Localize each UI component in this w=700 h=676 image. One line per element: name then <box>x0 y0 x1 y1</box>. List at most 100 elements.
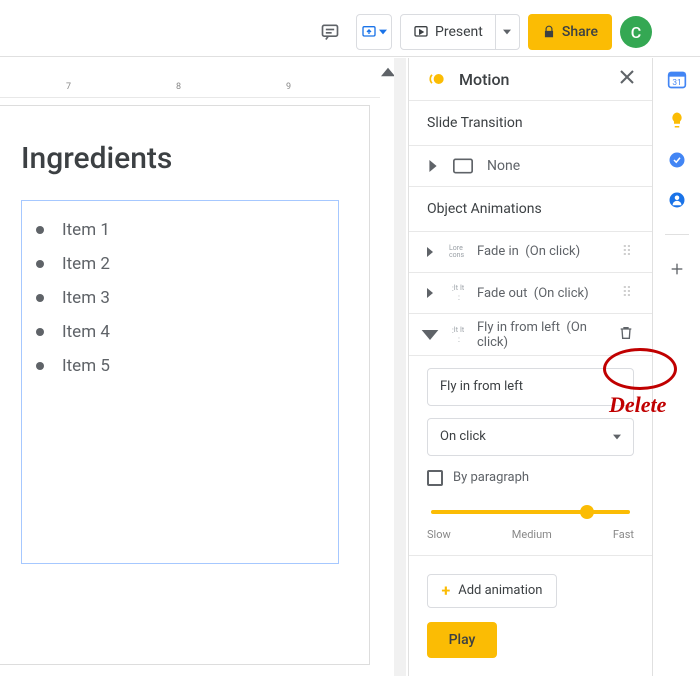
list-item-text: Item 4 <box>62 322 110 342</box>
list-item-text: Item 5 <box>62 356 110 376</box>
drag-handle-icon[interactable]: ⠿ <box>622 244 634 260</box>
motion-icon <box>427 69 447 89</box>
bullet-icon <box>36 260 44 268</box>
present-button-group: Present <box>400 14 520 50</box>
bullet-icon <box>36 294 44 302</box>
vertical-scrollbar[interactable] <box>394 58 406 676</box>
transition-value: None <box>487 158 520 174</box>
list-item: Item 5 <box>36 349 324 383</box>
text-thumb-icon: Lorecons <box>449 245 467 259</box>
add-animation-button[interactable]: + Add animation <box>427 574 557 608</box>
trigger-select[interactable]: On click <box>427 418 634 456</box>
top-divider <box>0 56 700 57</box>
chevron-right-icon <box>421 288 439 298</box>
speed-slider-wrap: Slow Medium Fast <box>427 500 634 541</box>
comments-icon-button[interactable] <box>312 14 348 50</box>
speed-label-fast: Fast <box>613 528 634 541</box>
by-paragraph-label: By paragraph <box>453 470 529 485</box>
play-button[interactable]: Play <box>427 622 497 658</box>
tasks-icon <box>668 151 686 169</box>
slide-thumb-icon <box>453 158 473 174</box>
drag-handle-icon[interactable]: ⠿ <box>622 285 634 301</box>
effect-select[interactable]: Fly in from left <box>427 368 634 406</box>
chevron-down-icon <box>421 330 439 340</box>
share-label: Share <box>562 24 598 40</box>
close-button[interactable] <box>620 70 634 88</box>
bullets-thumb-icon: : It: It <box>449 284 467 302</box>
add-animation-label: Add animation <box>458 583 542 598</box>
animation-row[interactable]: : It: It Fade out (On click) ⠿ <box>409 273 652 315</box>
bullet-icon <box>36 362 44 370</box>
keep-app-icon[interactable] <box>667 110 687 130</box>
calendar-icon: 31 <box>667 70 687 90</box>
panel-header: Motion <box>409 58 652 101</box>
share-button[interactable]: Share <box>528 14 612 50</box>
slide-title[interactable]: Ingredients <box>21 141 339 176</box>
top-toolbar: Present Share C <box>312 10 652 54</box>
svg-text:31: 31 <box>672 78 681 88</box>
present-button[interactable]: Present <box>401 15 495 49</box>
comment-icon <box>320 22 340 42</box>
slide-transition-label: Slide Transition <box>409 101 652 145</box>
animation-details: Fly in from left On click By paragraph S… <box>409 356 652 541</box>
contacts-icon <box>668 191 686 209</box>
effect-select-value: Fly in from left <box>440 379 523 394</box>
slider-thumb[interactable] <box>580 505 594 519</box>
add-addon-button[interactable] <box>667 259 687 279</box>
selected-text-box[interactable]: Item 1 Item 2 Item 3 Item 4 Item 5 <box>21 200 339 564</box>
chevron-right-icon <box>427 160 439 172</box>
bullet-icon <box>36 328 44 336</box>
present-upload-button[interactable] <box>356 14 392 50</box>
object-animations-label: Object Animations <box>409 187 652 231</box>
upload-icon <box>361 24 377 40</box>
animation-name: Fade in (On click) <box>477 244 612 259</box>
play-label: Play <box>449 632 476 648</box>
delete-animation-button[interactable] <box>618 325 634 345</box>
slide-canvas[interactable]: Ingredients Item 1 Item 2 Item 3 Item 4 … <box>0 100 392 676</box>
rail-divider <box>665 234 689 235</box>
list-item-text: Item 3 <box>62 288 110 308</box>
tasks-app-icon[interactable] <box>667 150 687 170</box>
speed-slider[interactable] <box>431 510 630 514</box>
list-item: Item 3 <box>36 281 324 315</box>
transition-row[interactable]: None <box>409 145 652 187</box>
list-item-text: Item 2 <box>62 254 110 274</box>
lock-icon <box>542 25 556 39</box>
caret-down-icon <box>503 28 511 36</box>
ruler-tick: 8 <box>176 82 181 92</box>
avatar[interactable]: C <box>620 16 652 48</box>
ruler: 7 8 9 <box>0 78 380 98</box>
ruler-tick: 7 <box>66 82 71 92</box>
close-icon <box>620 70 634 84</box>
present-label: Present <box>435 24 483 40</box>
list-item-text: Item 1 <box>62 220 110 240</box>
caret-down-icon <box>379 28 387 36</box>
bullets-thumb-icon: : It: It <box>449 326 467 344</box>
chevron-right-icon <box>421 247 439 257</box>
checkbox-icon <box>427 470 443 486</box>
animation-name: Fade out (On click) <box>477 286 612 301</box>
contacts-app-icon[interactable] <box>667 190 687 210</box>
avatar-letter: C <box>631 23 641 42</box>
speed-label-medium: Medium <box>512 528 552 541</box>
plus-icon: + <box>442 581 451 600</box>
motion-panel: Motion Slide Transition None Object Anim… <box>408 58 652 676</box>
plus-icon <box>669 261 685 277</box>
panel-title-text: Motion <box>459 70 509 89</box>
slide: Ingredients Item 1 Item 2 Item 3 Item 4 … <box>0 105 370 665</box>
present-dropdown-button[interactable] <box>495 15 519 49</box>
speed-label-slow: Slow <box>427 528 451 541</box>
trash-icon <box>618 325 634 341</box>
calendar-app-icon[interactable]: 31 <box>667 70 687 90</box>
side-rail: 31 <box>652 58 700 676</box>
speed-labels: Slow Medium Fast <box>427 520 634 541</box>
list-item: Item 1 <box>36 213 324 247</box>
by-paragraph-checkbox-row[interactable]: By paragraph <box>427 468 634 488</box>
panel-footer: + Add animation Play <box>409 555 652 676</box>
animation-row[interactable]: Lorecons Fade in (On click) ⠿ <box>409 231 652 273</box>
animation-name: Fly in from left (On click) <box>477 320 608 350</box>
keep-icon <box>668 111 686 129</box>
trigger-select-value: On click <box>440 429 486 444</box>
animation-row-expanded[interactable]: : It: It Fly in from left (On click) <box>409 314 652 356</box>
ruler-tick: 9 <box>286 82 291 92</box>
